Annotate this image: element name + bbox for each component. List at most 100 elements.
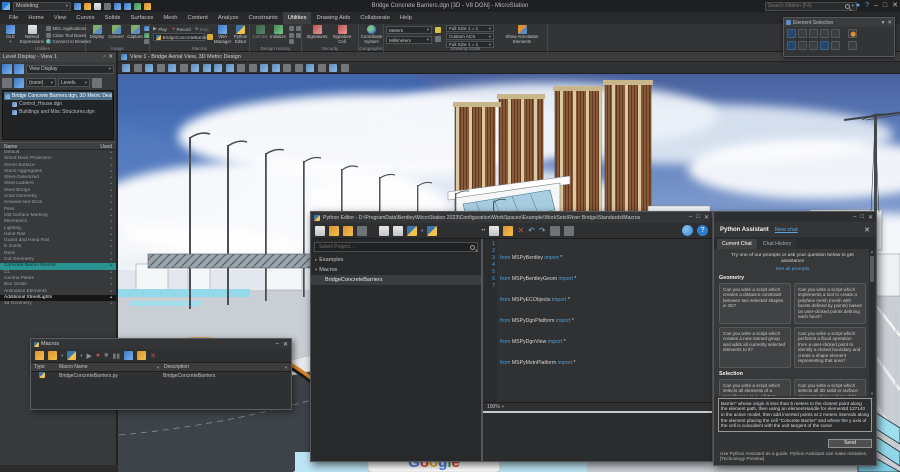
acs-dropdown[interactable]: Custom ACS▾ [446,33,494,40]
qat-redo-icon[interactable] [124,3,131,10]
editor-zoom-control[interactable]: 100%▾ [483,402,712,411]
initialize-button[interactable]: Initialize [269,25,287,40]
help-icon[interactable]: ? [865,0,869,12]
assistant-close-icon[interactable]: ✕ [864,226,870,234]
panel-pin-icon[interactable]: ▫ [103,52,105,62]
connect-browser-button[interactable]: Connect to Browser [46,39,91,44]
acs-lock-icon[interactable] [435,36,441,42]
zoom-in-icon[interactable] [191,64,199,72]
pan-view-icon[interactable] [249,64,257,72]
tab-collaborate[interactable]: Collaborate [355,12,395,24]
image-extra-icon-2[interactable] [144,33,149,38]
pe-undo-icon[interactable]: ↶ [528,226,535,235]
pa-close-window-icon[interactable]: ✕ [868,214,873,221]
edit-macro-icon[interactable] [207,34,213,40]
tab-content[interactable]: Content [183,12,213,24]
pa-minimize-icon[interactable]: – [853,214,856,220]
prompt-card[interactable]: Can you write a script which selects all… [719,379,791,396]
minimize-button[interactable]: – [874,0,878,12]
signature-cell-button[interactable]: Signature Cell [330,25,354,45]
app-title-bar[interactable]: Modeling▾ Bridge Concrete Barriers.dgn [… [0,0,900,12]
play-macro-icon[interactable]: ▶ [87,352,92,360]
prompt-card[interactable]: Can you write a script which selects all… [794,379,866,396]
assistant-input[interactable]: Barrier" whose origin is less than 5 met… [718,398,872,432]
rotate-view-icon[interactable] [237,64,245,72]
pe-save-icon[interactable] [357,226,367,236]
output-console[interactable] [483,413,712,461]
project-search-input[interactable] [317,243,468,251]
pe-find-icon[interactable] [550,226,560,236]
view-next-icon[interactable] [295,64,303,72]
close-button[interactable]: ✕ [892,0,898,12]
project-search[interactable] [314,242,478,252]
tab-surfaces[interactable]: Surfaces [125,12,158,24]
image-extra-icon-1[interactable] [144,26,149,31]
prompt-card[interactable]: Can you write a script which performs a … [794,327,866,368]
select-invert-icon[interactable] [820,41,829,50]
select-union-icon[interactable] [798,41,807,50]
macro-row[interactable]: BridgeConcreteBarriers.py BridgeConcrete… [31,372,291,381]
apply-to-open-views-icon[interactable] [2,78,12,88]
qat-new-icon[interactable] [74,3,81,10]
edit-macro-pencil-icon[interactable] [137,351,146,360]
tab-analyze[interactable]: Analyze [213,12,244,24]
pe-run-macro-icon[interactable] [407,226,417,236]
history-icon-4[interactable] [296,33,301,38]
select-clear-icon[interactable] [831,41,840,50]
tab-constraints[interactable]: Constraints [243,12,282,24]
show-annotation-elements-button[interactable]: Show Annotation Elements [500,25,544,45]
code-editor[interactable]: 1 2 3 4 5 6 7 from MSPyBentley import * … [483,239,712,402]
see-all-prompts-link[interactable]: See all prompts [719,267,866,272]
tab-current-chat[interactable]: Current Chat [717,239,757,249]
mdl-applications-button[interactable]: MDL Applications [46,26,86,31]
tab-view[interactable]: View [49,12,71,24]
annotation-scale-lock-icon[interactable] [435,27,441,33]
select-all-icon[interactable] [848,41,857,50]
levels-dropdown[interactable]: Levels▾ [58,78,90,87]
master-units-dropdown[interactable]: Meters▾ [386,26,432,34]
level-options-icon[interactable] [92,78,102,88]
select-add-icon[interactable] [848,29,857,38]
filter-dropdown[interactable]: (none)▾ [26,78,56,87]
select-block-icon[interactable] [798,29,807,38]
new-chat-link[interactable]: New chat [775,227,798,233]
view-display-mode-icon[interactable] [122,64,130,72]
qat-print-icon[interactable] [104,3,111,10]
search-dropdown-icon[interactable]: ▾ [852,3,854,9]
pe-copy-icon[interactable] [503,226,513,236]
pe-python-console-icon[interactable] [427,226,437,236]
qat-undo-icon[interactable] [114,3,121,10]
tab-home[interactable]: Home [23,12,48,24]
python-editor-button[interactable]: Python Editor [232,25,249,45]
zoom-out-icon[interactable] [203,64,211,72]
pause-macro-icon[interactable]: ▮▮ [112,352,120,360]
window-area-icon[interactable] [214,64,222,72]
python-editor-title-bar[interactable]: Python Editor - D:\ProgramData\Bentley\M… [311,212,712,223]
qat-tools-icon[interactable] [134,3,141,10]
assistant-window-chrome[interactable]: – □ ✕ [714,212,876,222]
history-icon-5[interactable] [289,39,294,44]
clip-mask-icon[interactable] [329,64,337,72]
update-view-icon[interactable] [180,64,188,72]
close-tool-boxes-button[interactable]: Close Tool Boxes [46,33,86,38]
open-python-macro-icon[interactable] [67,351,76,360]
pe-open-recent-icon[interactable] [343,226,353,236]
presentation-icon[interactable] [134,64,142,72]
prompt-card[interactable]: Can you write a script which creates a n… [719,327,791,368]
tab-chat-history[interactable]: Chat History [758,239,797,249]
copy-view-icon[interactable] [306,64,314,72]
select-individual-icon[interactable] [787,29,796,38]
coordinate-system-button[interactable]: Coordinate System [360,25,383,45]
level-groups-icon[interactable] [14,78,24,88]
level-list-header[interactable]: NameUsed [0,142,116,150]
search-icon[interactable] [845,4,850,9]
select-subtract-icon[interactable] [809,41,818,50]
pe-export-icon[interactable] [393,226,403,236]
select-shape-icon[interactable] [809,29,818,38]
tree-node-examples[interactable]: ▸Examples [311,255,481,265]
pa-maximize-icon[interactable]: □ [860,214,864,220]
history-icon-2[interactable] [296,26,301,31]
convert-button[interactable]: Convert [107,25,125,40]
macro-select-dropdown[interactable]: BridgeConcreteBarrie▾ [153,33,205,41]
view-display-dropdown[interactable]: View Display▾ [26,65,114,74]
